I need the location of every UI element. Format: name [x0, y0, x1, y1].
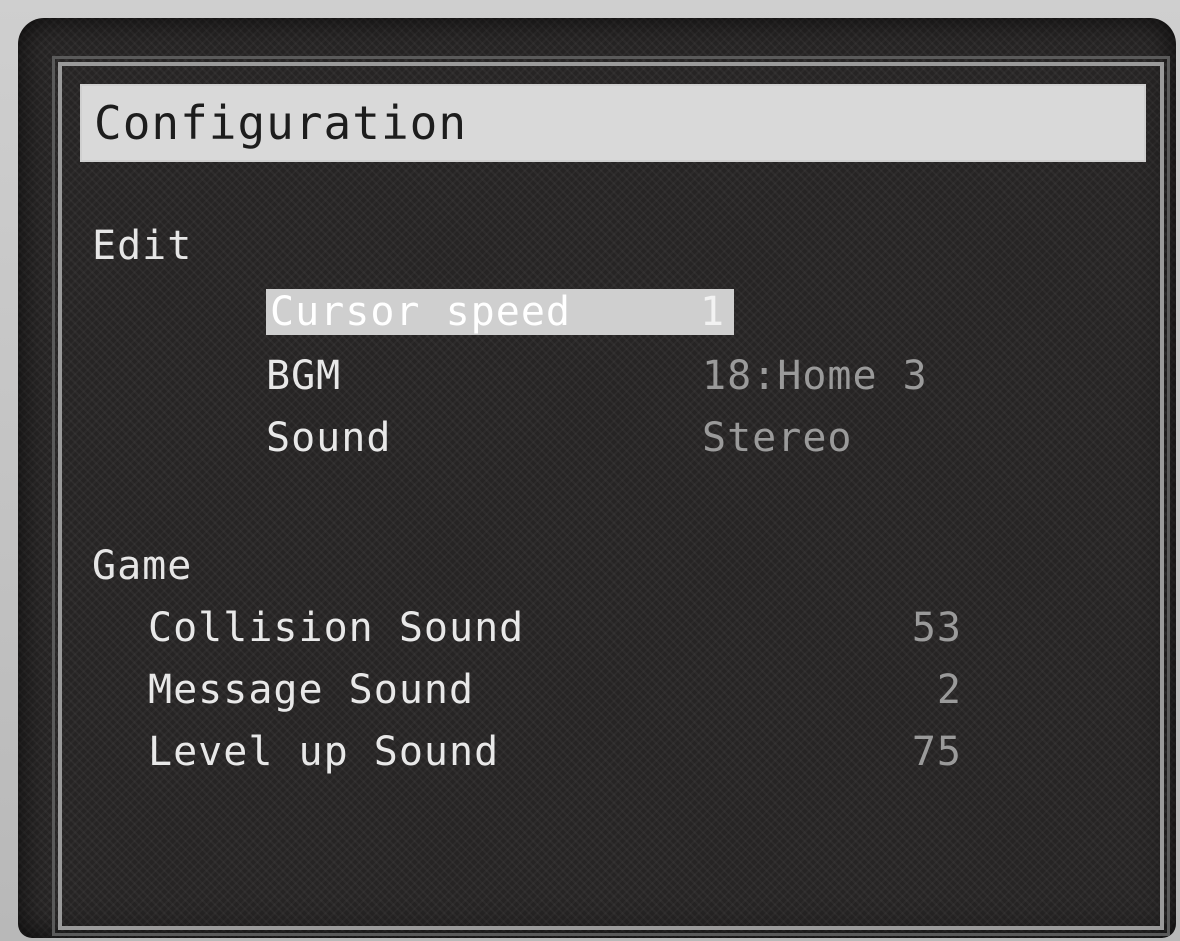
game-section-heading: Game [92, 543, 193, 589]
message-sound-label[interactable]: Message Sound [148, 666, 474, 714]
message-sound-value[interactable]: 2 [860, 666, 962, 714]
edit-section-heading: Edit [92, 223, 193, 269]
cursor-speed-value[interactable]: 1 [700, 288, 725, 336]
collision-sound-value[interactable]: 53 [860, 604, 962, 652]
cursor-speed-label[interactable]: Cursor speed [270, 288, 571, 336]
level-up-sound-value[interactable]: 75 [860, 728, 962, 776]
sound-value[interactable]: Stereo [702, 414, 853, 462]
sound-label[interactable]: Sound [266, 414, 391, 462]
level-up-sound-label[interactable]: Level up Sound [148, 728, 499, 776]
window-title: Configuration [94, 96, 468, 150]
bgm-value[interactable]: 18:Home 3 [702, 352, 928, 400]
config-window-frame [52, 56, 1170, 936]
bgm-label[interactable]: BGM [266, 352, 341, 400]
collision-sound-label[interactable]: Collision Sound [148, 604, 524, 652]
